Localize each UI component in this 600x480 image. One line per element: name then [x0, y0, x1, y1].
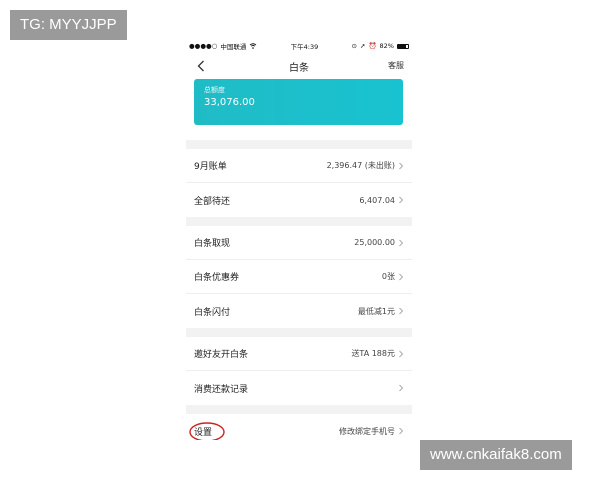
nav-bar: 白条 客服 — [186, 54, 412, 78]
phone-screen: ●●●●○ 中国联通 下午4:39 ⊙ ➚ ⏰ 82% 白条 客服 总额度 33… — [186, 38, 412, 440]
services-group: 白条取现 25,000.00 白条优惠券 0张 白条闪付 最低减1元 — [186, 226, 412, 328]
list-item-cash-withdrawal[interactable]: 白条取现 25,000.00 — [186, 226, 412, 260]
credit-limit-label: 总额度 — [204, 86, 225, 94]
chevron-right-icon — [399, 239, 404, 246]
list-item-repayment-records[interactable]: 消费还款记录 — [186, 371, 412, 405]
row-title: 9月账单 — [194, 162, 227, 172]
list-item-quick-pay[interactable]: 白条闪付 最低减1元 — [186, 294, 412, 328]
signal-indicator: ●●●●○ — [189, 42, 218, 50]
settings-group: 设置 修改绑定手机号 — [186, 414, 412, 440]
bill-group: 9月账单 2,396.47 (未出账) 全部待还 6,407.04 — [186, 149, 412, 217]
wifi-icon — [250, 43, 257, 49]
row-title: 全部待还 — [194, 196, 231, 207]
row-value: 0张 — [381, 272, 395, 281]
page-title: 白条 — [289, 62, 309, 74]
row-value: 修改绑定手机号 — [339, 426, 395, 436]
watermark-top-left: TG: MYYJJPP — [10, 10, 127, 40]
location-icon: ➚ — [359, 42, 366, 50]
status-time: 下午4:39 — [290, 43, 319, 51]
chevron-right-icon — [399, 273, 404, 280]
red-circle-annotation — [189, 422, 225, 440]
row-value: 6,407.04 — [359, 195, 395, 205]
row-title: 白条取现 — [194, 239, 231, 249]
list-item-coupons[interactable]: 白条优惠券 0张 — [186, 260, 412, 294]
chevron-right-icon — [399, 307, 404, 315]
row-title: 邀好友开白条 — [194, 350, 249, 360]
row-value: 2,396.47 (未出账) — [326, 161, 395, 170]
back-button[interactable] — [194, 59, 208, 73]
chevron-right-icon — [399, 427, 404, 435]
battery-percent: 82% — [379, 42, 394, 50]
row-title: 消费还款记录 — [194, 384, 249, 395]
carrier-label: 中国联通 — [220, 43, 247, 51]
list-item-settings[interactable]: 设置 修改绑定手机号 — [186, 414, 412, 440]
credit-limit-card[interactable]: 总额度 33,076.00 — [194, 79, 403, 125]
list-item-september-bill[interactable]: 9月账单 2,396.47 (未出账) — [186, 149, 412, 183]
credit-card-section: 总额度 33,076.00 — [186, 78, 412, 140]
chevron-right-icon — [399, 162, 404, 169]
alarm-icon: ⏰ — [368, 42, 377, 50]
row-value: 送TA 188元 — [351, 349, 395, 358]
list-item-all-pending[interactable]: 全部待还 6,407.04 — [186, 183, 412, 217]
list-item-invite-friends[interactable]: 邀好友开白条 送TA 188元 — [186, 337, 412, 371]
customer-service-link[interactable]: 客服 — [388, 60, 404, 71]
credit-limit-amount: 33,076.00 — [204, 97, 255, 108]
battery-icon — [396, 43, 409, 49]
row-value: 25,000.00 — [354, 238, 395, 247]
watermark-bottom-right: www.cnkaifak8.com — [420, 440, 572, 470]
chevron-right-icon — [399, 384, 404, 392]
chevron-right-icon — [399, 196, 404, 204]
status-bar: ●●●●○ 中国联通 下午4:39 ⊙ ➚ ⏰ 82% — [186, 38, 412, 54]
row-value: 最低减1元 — [357, 306, 395, 316]
row-title: 白条优惠券 — [194, 273, 240, 283]
chevron-left-icon — [197, 60, 204, 72]
lock-rotation-icon: ⊙ — [351, 42, 357, 50]
row-title: 白条闪付 — [194, 307, 231, 318]
chevron-right-icon — [399, 350, 404, 357]
invite-group: 邀好友开白条 送TA 188元 消费还款记录 — [186, 337, 412, 405]
